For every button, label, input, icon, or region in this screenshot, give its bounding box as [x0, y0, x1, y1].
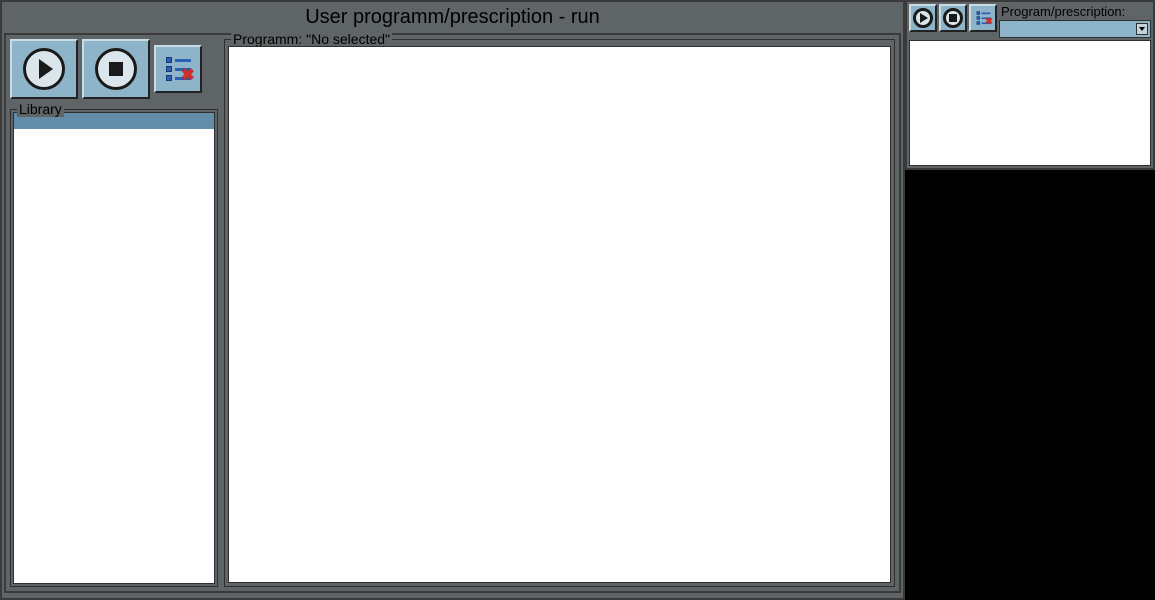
play-icon [23, 48, 65, 90]
chevron-down-icon [1136, 23, 1148, 35]
mini-toolbar: ✖ Program/prescription: [909, 4, 1151, 38]
mini-stop-button[interactable] [939, 4, 967, 32]
mini-content[interactable] [909, 40, 1151, 166]
library-fieldset: Library [10, 109, 218, 587]
play-icon [913, 8, 933, 28]
program-content[interactable] [228, 46, 891, 583]
right-column: Programm: "No selected" [224, 39, 895, 587]
stop-icon [943, 8, 963, 28]
list-clear-icon: ✖ [166, 57, 191, 81]
main-body: ✖ Library Programm: "No selected" [4, 33, 901, 593]
mini-label: Program/prescription: [999, 4, 1151, 19]
list-clear-icon: ✖ [976, 11, 990, 24]
library-list[interactable] [13, 112, 215, 584]
left-column: ✖ Library [10, 39, 218, 587]
mini-clear-list-button[interactable]: ✖ [969, 4, 997, 32]
mini-window: ✖ Program/prescription: [905, 0, 1155, 170]
mini-selector-area: Program/prescription: [999, 4, 1151, 38]
main-window: User programm/prescription - run [0, 0, 905, 600]
main-toolbar: ✖ [10, 39, 218, 99]
library-label: Library [17, 101, 64, 117]
clear-list-button[interactable]: ✖ [154, 45, 202, 93]
program-label: Programm: "No selected" [231, 31, 392, 47]
program-select[interactable] [999, 20, 1151, 38]
play-button[interactable] [10, 39, 78, 99]
mini-play-button[interactable] [909, 4, 937, 32]
window-title: User programm/prescription - run [4, 4, 901, 33]
stop-icon [95, 48, 137, 90]
stop-button[interactable] [82, 39, 150, 99]
program-fieldset: Programm: "No selected" [224, 39, 895, 587]
